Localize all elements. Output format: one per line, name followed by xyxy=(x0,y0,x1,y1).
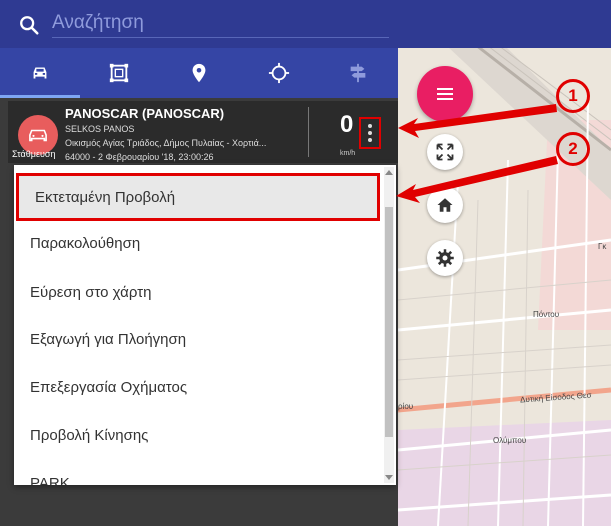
callout-badge: 1 xyxy=(556,79,590,113)
annotation-arrows xyxy=(396,104,558,203)
callout-badge: 2 xyxy=(556,132,590,166)
